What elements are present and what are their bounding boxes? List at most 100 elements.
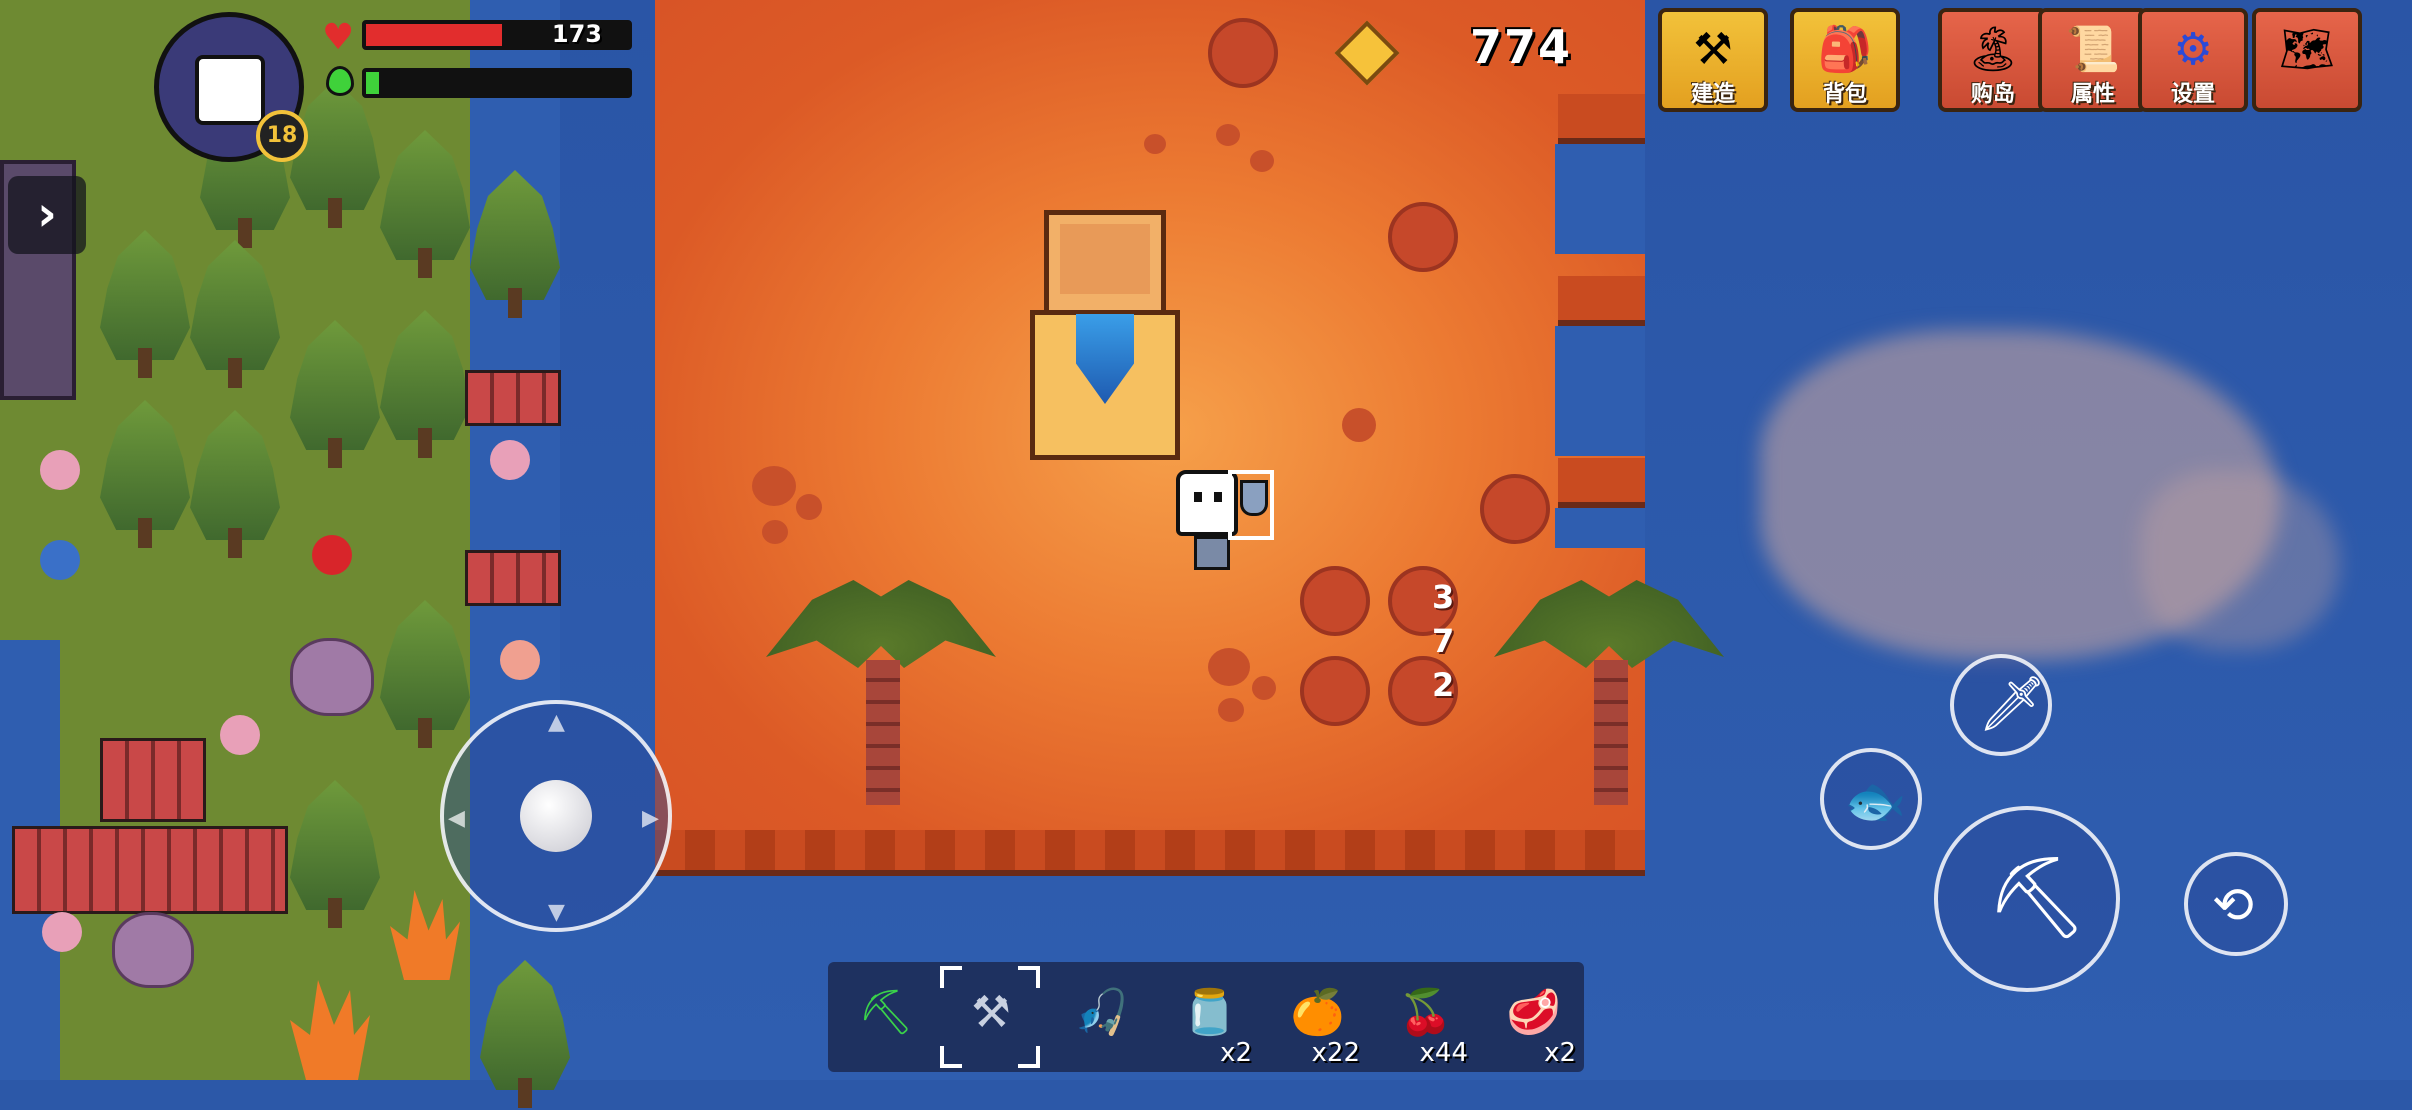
pink-flower[interactable]: [42, 912, 82, 952]
shovel-icon: [1240, 480, 1268, 516]
pine-tree[interactable]: [480, 960, 570, 1110]
hotbar-slot[interactable]: 🥩 x2: [1476, 962, 1584, 1072]
pine-tree[interactable]: [100, 400, 190, 550]
sand-mound[interactable]: [1388, 202, 1458, 272]
wooden-bridge: [465, 550, 561, 606]
hotbar-slot[interactable]: 🫙 x2: [1152, 962, 1260, 1072]
health-bar-fill: [366, 24, 503, 46]
expand-menu-button[interactable]: ›: [8, 176, 86, 254]
dig-spot[interactable]: [1300, 656, 1370, 726]
fish-button[interactable]: 🐟: [1820, 748, 1922, 850]
palm-tree[interactable]: [766, 580, 996, 810]
sand-stain: [1216, 124, 1240, 146]
arrow-right-icon: ▶: [642, 806, 659, 831]
hotbar-slot[interactable]: 🎣: [1044, 962, 1152, 1072]
backpack-label: 背包: [1822, 82, 1867, 107]
selection-corner: [1018, 966, 1040, 988]
dig-mark: 3: [1432, 578, 1455, 616]
ancient-statue[interactable]: [1030, 210, 1180, 460]
pine-tree[interactable]: [380, 310, 470, 460]
wooden-bridge: [100, 738, 206, 822]
player-eye: [1194, 492, 1202, 502]
use-tool-button[interactable]: ⛏: [1934, 806, 2120, 992]
pine-tree[interactable]: [380, 130, 470, 280]
movement-joystick[interactable]: ▲ ▼ ◀ ▶: [440, 700, 672, 932]
pink-flower[interactable]: [500, 640, 540, 680]
buy-island-button[interactable]: 🏝 购岛: [1938, 8, 2048, 112]
backpack-button[interactable]: 🎒 背包: [1790, 8, 1900, 112]
hotbar-slot[interactable]: ⛏: [828, 962, 936, 1072]
item-count: x22: [1311, 1038, 1360, 1068]
pink-flower[interactable]: [490, 440, 530, 480]
sand-mound[interactable]: [1480, 474, 1550, 544]
dig-spot[interactable]: [1300, 566, 1370, 636]
map-button[interactable]: 🗺: [2252, 8, 2362, 112]
attributes-label: 属性: [2070, 82, 2115, 107]
pine-tree[interactable]: [290, 80, 380, 230]
attributes-button[interactable]: 📜 属性: [2038, 8, 2148, 112]
purple-rock[interactable]: [290, 638, 374, 716]
item-count: x2: [1544, 1038, 1576, 1068]
sand-mound[interactable]: [1208, 18, 1278, 88]
player-legs: [1194, 536, 1230, 570]
hotbar-slot[interactable]: 🍊 x22: [1260, 962, 1368, 1072]
pine-tree[interactable]: [290, 320, 380, 470]
selection-corner: [940, 1046, 962, 1068]
pine-tree[interactable]: [290, 780, 380, 930]
sand-stain: [796, 494, 822, 520]
level-badge: 18: [256, 110, 308, 162]
purple-rock[interactable]: [112, 912, 194, 988]
sand-stain: [1208, 648, 1250, 686]
arrow-down-icon: ▼: [548, 900, 565, 925]
water-notch: [1555, 144, 1645, 254]
wooden-bridge: [465, 370, 561, 426]
pine-tree[interactable]: [190, 240, 280, 390]
anvil-icon: ⚒: [1693, 24, 1733, 75]
dodge-roll-button[interactable]: ⟲: [2184, 852, 2288, 956]
red-flower[interactable]: [312, 535, 352, 575]
settings-label: 设置: [2170, 82, 2215, 107]
meat-icon: 🥩: [1506, 987, 1561, 1038]
pine-tree[interactable]: [380, 600, 470, 750]
sand-stain: [1342, 408, 1376, 442]
item-count: x2: [1220, 1038, 1252, 1068]
fishing-rod-icon: 🎣: [1074, 987, 1129, 1038]
sand-stain: [1144, 134, 1166, 154]
berries-icon: 🍒: [1398, 987, 1453, 1038]
buy-island-label: 购岛: [1970, 82, 2015, 107]
dig-mark: 7: [1432, 622, 1455, 660]
pink-flower[interactable]: [40, 450, 80, 490]
sand-stain: [1252, 676, 1276, 700]
heart-icon: ♥: [322, 17, 355, 58]
pine-tree[interactable]: [100, 230, 190, 380]
sand-stain: [752, 466, 796, 506]
pine-tree[interactable]: [190, 410, 280, 560]
item-hotbar: ⛏ ⚒ 🎣 🫙 x2 🍊 x22 🍒 x44 🥩 x2: [828, 962, 1584, 1072]
blue-flower[interactable]: [40, 540, 80, 580]
settings-button[interactable]: ⚙ 设置: [2138, 8, 2248, 112]
shovel-icon: ⛏: [1986, 851, 2088, 944]
wooden-bridge: [12, 826, 288, 914]
hotbar-slot-selected[interactable]: ⚒: [936, 962, 1044, 1072]
desert-cliff-edge: [655, 830, 1645, 876]
player-eye: [1214, 492, 1222, 502]
hotbar-slot[interactable]: 🍒 x44: [1368, 962, 1476, 1072]
arrow-up-icon: ▲: [548, 710, 565, 735]
pink-flower[interactable]: [220, 715, 260, 755]
selection-corner: [940, 966, 962, 988]
attack-button[interactable]: 🗡: [1950, 654, 2052, 756]
cliff-ledge: [1558, 94, 1645, 144]
dig-mark: 2: [1432, 666, 1455, 704]
gem-count: 774: [1470, 20, 1573, 74]
cliff-ledge: [1558, 276, 1645, 326]
energy-bar-fill: [366, 72, 380, 94]
pine-tree[interactable]: [470, 170, 560, 320]
water-notch: [1555, 508, 1645, 548]
roll-icon: ⟲: [2212, 876, 2254, 934]
energy-bar: [362, 68, 632, 98]
build-button[interactable]: ⚒ 建造: [1658, 8, 1768, 112]
cliff-ledge: [1558, 458, 1645, 508]
joystick-knob[interactable]: [520, 780, 592, 852]
palm-tree[interactable]: [1494, 580, 1724, 810]
sand-stain: [1218, 698, 1244, 722]
